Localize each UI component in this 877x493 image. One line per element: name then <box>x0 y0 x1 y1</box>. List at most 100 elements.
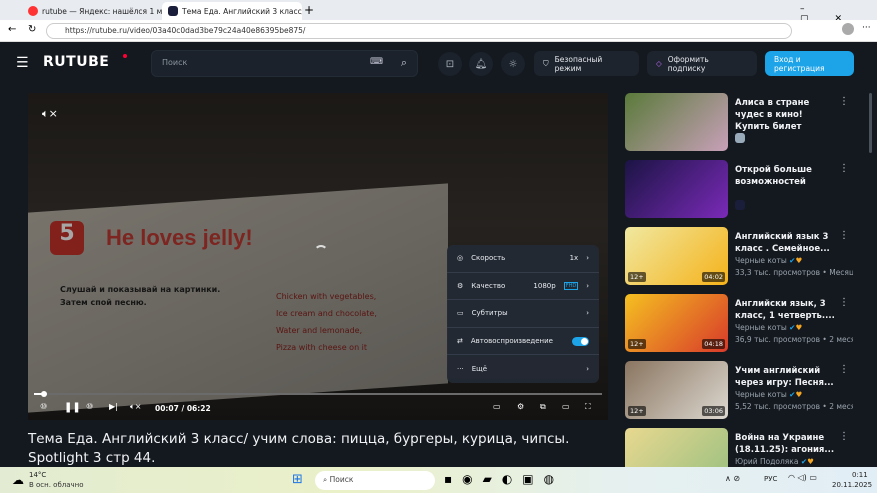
channel-name[interactable]: Черные коты ✔♥ <box>735 323 802 332</box>
channel-name[interactable]: Черные коты ✔♥ <box>735 390 802 399</box>
subtitles-icon[interactable]: ▭ <box>493 402 501 411</box>
chevron-right-icon: › <box>586 281 589 290</box>
theme-sun-icon[interactable]: ☼ <box>501 52 525 76</box>
video-meta: 36,9 тыс. просмотров • 2 месяца назад <box>735 335 853 344</box>
rewind-10-icon[interactable]: ⑩ <box>40 402 47 411</box>
more-options-icon[interactable]: ⋮ <box>839 431 849 442</box>
subtitles-icon: ▭ <box>457 309 464 318</box>
video-meta: 33,3 тыс. просмотров • Месяц назад <box>735 268 853 277</box>
browser-tab-bar: rutube — Яндекс: нашёлся 1 млн✕ Тема Еда… <box>0 0 877 24</box>
video-title: Тема Еда. Английский 3 класс/ учим слова… <box>28 431 570 466</box>
channel-name[interactable]: Черные коты ✔♥ <box>735 256 802 265</box>
volume-muted-icon[interactable]: 🔈︎× <box>130 402 142 412</box>
tray-icons[interactable]: ∧ ⊘ <box>725 474 740 483</box>
upload-icon[interactable]: ⊡ <box>438 52 462 76</box>
video-thumbnail[interactable]: 12+ 03:06 <box>625 361 728 419</box>
menu-item-subtitles[interactable]: ▭ Субтитры › <box>447 300 599 328</box>
recommended-video-card[interactable]: 12+ 04:18 Английски язык, 3 класс, 1 чет… <box>625 294 853 352</box>
more-options-icon[interactable]: ⋮ <box>839 230 849 241</box>
muted-icon[interactable]: 🔈︎× <box>42 107 58 121</box>
safe-mode-button[interactable]: ⛉ Безопасный режим <box>534 51 639 76</box>
logo-dot <box>123 54 127 58</box>
address-bar-row: ← ↻ https://rutube.ru/video/03a40c0dad3b… <box>0 20 877 42</box>
autoplay-toggle[interactable] <box>572 336 589 346</box>
login-button[interactable]: Вход и регистрация <box>765 51 854 76</box>
weather-cloud-icon: ☁ <box>12 473 24 487</box>
pip-icon[interactable]: ⧉ <box>540 402 546 412</box>
tab-yandex[interactable]: rutube — Яндекс: нашёлся 1 млн✕ <box>22 2 162 20</box>
menu-item-speed[interactable]: ◎ Скорость 1x › <box>447 245 599 273</box>
pause-icon[interactable]: ❚❚ <box>64 402 81 413</box>
more-options-icon[interactable]: ⋮ <box>839 163 849 174</box>
video-card-title[interactable]: Война на Украине (18.11.25): агония... <box>735 432 835 456</box>
url-input[interactable]: https://rutube.ru/video/03a40c0dad3be79c… <box>46 23 792 39</box>
rutube-logo[interactable]: RUTUBE <box>43 54 109 70</box>
duration-badge: 03:06 <box>702 406 725 416</box>
taskbar-apps[interactable]: ▪◉▰◐▣◍ <box>444 472 564 486</box>
theater-mode-icon[interactable]: ▭ <box>562 402 570 411</box>
scrollbar[interactable] <box>869 93 872 153</box>
recommended-video-card[interactable]: Алиса в стране чудес в кино! Купить биле… <box>625 93 853 151</box>
recommended-video-card[interactable]: 12+ 04:02 Английский язык 3 класс . Семе… <box>625 227 853 285</box>
heart-icon: ♥ <box>807 457 814 466</box>
more-icon[interactable]: ··· <box>862 23 871 33</box>
heart-icon: ♥ <box>795 256 803 265</box>
subscribe-button[interactable]: ◇ Оформить подписку <box>647 51 757 76</box>
more-options-icon[interactable]: ⋮ <box>839 297 849 308</box>
bell-icon[interactable]: 🔔︎ <box>469 52 493 76</box>
windows-start-icon[interactable]: ⊞ <box>292 472 303 487</box>
windows-taskbar: ☁ 14°C В осн. облачно ⊞ ⌕ Поиск ▪◉▰◐▣◍ ∧… <box>0 467 877 493</box>
search-input[interactable]: Поиск ⌕ ⌨ <box>151 50 418 77</box>
rutube-icon <box>168 6 178 16</box>
age-badge: 12+ <box>628 406 646 416</box>
menu-item-autoplay[interactable]: ⇄ Автовоспроизведение <box>447 328 599 356</box>
new-tab-button[interactable]: + <box>304 3 314 17</box>
duration-badge: 04:02 <box>702 272 725 282</box>
taskbar-search[interactable]: ⌕ Поиск <box>315 471 435 490</box>
video-thumbnail[interactable]: 12+ 04:18 <box>625 294 728 352</box>
time-display: 00:07 / 06:22 <box>155 404 211 413</box>
forward-10-icon[interactable]: ⑩ <box>86 402 93 411</box>
gear-icon: ⚙ <box>457 281 464 290</box>
settings-gear-icon[interactable]: ⚙ <box>517 402 524 411</box>
age-badge: 12+ <box>628 339 646 349</box>
video-card-title[interactable]: Учим английский через игру: Песня... <box>735 365 835 389</box>
recommended-video-card[interactable]: 12+ 03:06 Учим английский через игру: Пе… <box>625 361 853 419</box>
progress-bar[interactable] <box>34 391 602 397</box>
fullscreen-icon[interactable]: ⛶ <box>585 402 591 412</box>
search-icon[interactable]: ⌕ <box>401 56 407 70</box>
video-thumbnail[interactable]: 12+ 04:02 <box>625 227 728 285</box>
tab-rutube[interactable]: Тема Еда. Английский 3 класс/ у✕ <box>162 2 302 20</box>
next-icon[interactable]: ▶| <box>109 402 118 411</box>
network-volume-battery-icons[interactable]: ◠ ◁) ▭ <box>788 473 817 482</box>
chevron-right-icon: › <box>586 365 589 374</box>
settings-menu: ◎ Скорость 1x › ⚙ Качество 1080p FHD › ▭ Субтитр… <box>447 245 599 383</box>
heart-icon: ♥ <box>795 323 803 332</box>
chevron-right-icon: › <box>586 254 589 263</box>
duration-badge: 04:18 <box>702 339 725 349</box>
video-thumbnail[interactable] <box>625 160 728 218</box>
advertiser-icon <box>735 133 745 143</box>
menu-item-quality[interactable]: ⚙ Качество 1080p FHD › <box>447 273 599 301</box>
speed-icon: ◎ <box>457 254 464 263</box>
profile-avatar[interactable] <box>842 23 854 35</box>
video-meta: 5,52 тыс. просмотров • 2 месяца назад <box>735 402 853 411</box>
diamond-icon: ◇ <box>656 59 662 68</box>
channel-name[interactable]: Юрий Подоляка ✔♥ <box>735 457 814 466</box>
back-icon[interactable]: ← <box>8 24 16 35</box>
recommended-video-card[interactable]: Открой больше возможностей ⋮ <box>625 160 853 218</box>
video-thumbnail[interactable] <box>625 93 728 151</box>
video-card-title[interactable]: Английски язык, 3 класс, 1 четверть.... <box>735 298 835 322</box>
more-options-icon[interactable]: ⋮ <box>839 96 849 107</box>
keyboard-icon[interactable]: ⌨ <box>370 57 383 67</box>
refresh-icon[interactable]: ↻ <box>28 24 36 35</box>
advertiser-icon <box>735 200 745 210</box>
video-card-title[interactable]: Английский язык 3 класс . Семейное... <box>735 231 835 255</box>
video-card-title[interactable]: Алиса в стране чудес в кино! Купить биле… <box>735 97 835 133</box>
menu-item-more[interactable]: ··· Ещё › <box>447 355 599 383</box>
video-card-title[interactable]: Открой больше возможностей <box>735 164 835 188</box>
chevron-right-icon: › <box>586 309 589 318</box>
more-options-icon[interactable]: ⋮ <box>839 364 849 375</box>
heart-icon: ♥ <box>795 390 803 399</box>
hamburger-menu-icon[interactable]: ☰ <box>16 55 29 71</box>
